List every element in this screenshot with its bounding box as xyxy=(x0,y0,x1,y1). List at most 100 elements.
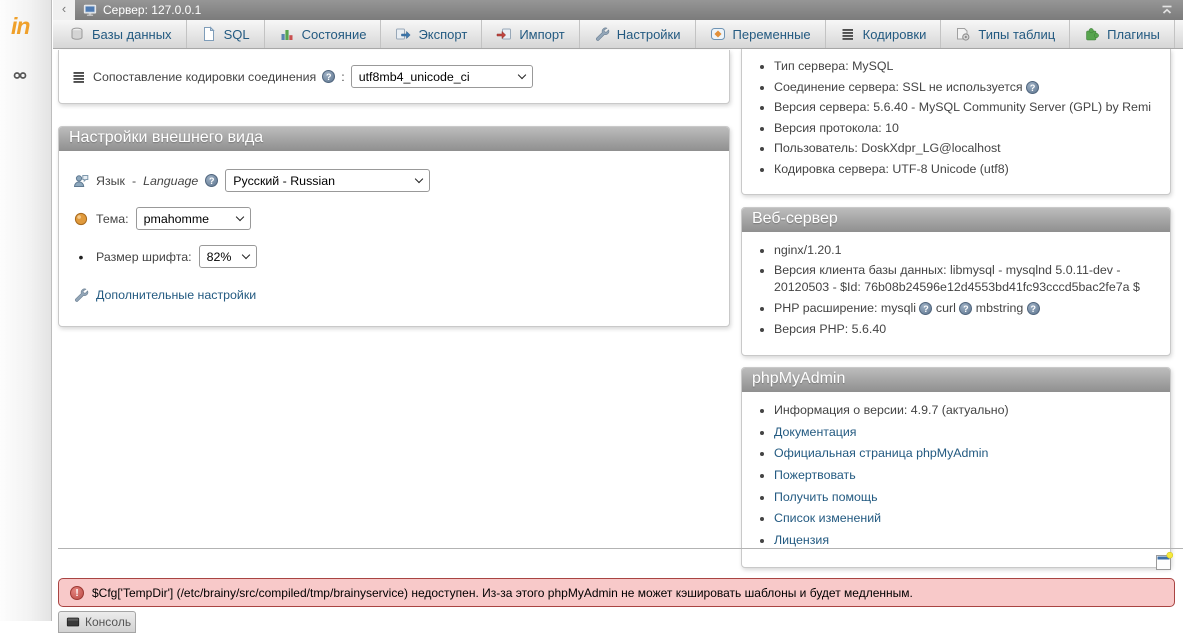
appearance-panel-title: Настройки внешнего вида xyxy=(59,127,729,151)
theme-row: Тема: pmahomme xyxy=(73,207,715,230)
font-size-select-wrap: 82% xyxy=(199,245,257,268)
server-info-column: Тип сервера: MySQL Соединение сервера: S… xyxy=(741,49,1171,568)
navigation-sidebar: in xyxy=(0,0,52,621)
export-icon xyxy=(395,26,411,42)
php-extension: mbstring xyxy=(976,301,1024,315)
list-item: Версия клиента базы данных: libmysql - m… xyxy=(774,262,1160,296)
page-content: Сопоставление кодировки соединения : utf… xyxy=(53,49,1183,621)
web-server-panel-title: Веб-сервер xyxy=(742,208,1170,232)
php-extension: curl xyxy=(936,301,956,315)
donate-link[interactable]: Пожертвовать xyxy=(774,468,856,482)
tab-databases[interactable]: Базы данных xyxy=(55,20,187,48)
charset-lines-icon xyxy=(840,26,856,42)
collation-box: Сопоставление кодировки соединения : utf… xyxy=(58,50,730,104)
official-homepage-link[interactable]: Официальная страница phpMyAdmin xyxy=(774,446,988,460)
tab-engines[interactable]: Типы таблиц xyxy=(941,20,1070,48)
console-label: Консоль xyxy=(85,615,131,629)
database-server-box: Тип сервера: MySQL Соединение сервера: S… xyxy=(741,49,1171,195)
language-label-native: Язык xyxy=(96,174,125,188)
list-item: Официальная страница phpMyAdmin xyxy=(774,445,1160,462)
tab-settings[interactable]: Настройки xyxy=(580,20,696,48)
help-icon[interactable] xyxy=(205,174,218,187)
web-server-panel: Веб-сервер nginx/1.20.1 Версия клиента б… xyxy=(741,207,1171,357)
web-server-panel-body: nginx/1.20.1 Версия клиента базы данных:… xyxy=(742,232,1170,356)
phpmyadmin-panel-title: phpMyAdmin xyxy=(742,368,1170,392)
font-size-select[interactable]: 82% xyxy=(199,245,257,268)
tab-charsets[interactable]: Кодировки xyxy=(826,20,942,48)
theme-select[interactable]: pmahomme xyxy=(136,207,251,230)
language-row: Язык - Language Русский - Russian xyxy=(73,169,715,192)
bullet: • xyxy=(73,249,89,265)
tab-plugins[interactable]: Плагины xyxy=(1070,20,1175,48)
database-server-list: Тип сервера: MySQL Соединение сервера: S… xyxy=(746,58,1160,178)
list-item: Версия протокола: 10 xyxy=(774,120,1160,137)
help-icon[interactable] xyxy=(959,302,972,315)
wrench-icon xyxy=(594,26,610,42)
tab-status[interactable]: Состояние xyxy=(265,20,382,48)
list-item: nginx/1.20.1 xyxy=(774,242,1160,259)
import-icon xyxy=(496,26,512,42)
engine-icon xyxy=(955,26,971,42)
list-item: Лицензия xyxy=(774,532,1160,549)
list-item: Версия сервера: 5.6.40 - MySQL Community… xyxy=(774,99,1160,116)
list-item: Версия PHP: 5.6.40 xyxy=(774,321,1160,338)
changelog-link[interactable]: Список изменений xyxy=(774,511,881,525)
general-settings-column: Сопоставление кодировки соединения : utf… xyxy=(58,50,730,327)
list-item: Получить помощь xyxy=(774,489,1160,506)
license-link[interactable]: Лицензия xyxy=(774,533,829,547)
phpmyadmin-panel: phpMyAdmin Информация о версии: 4.9.7 (а… xyxy=(741,367,1171,568)
top-bar: ‹ Сервер: 127.0.0.1 xyxy=(53,0,1183,20)
console-icon xyxy=(66,615,80,629)
error-icon xyxy=(70,586,84,600)
console-tab[interactable]: Консоль xyxy=(58,611,136,633)
wrench-icon xyxy=(73,287,89,303)
tab-import[interactable]: Импорт xyxy=(482,20,579,48)
appearance-panel-body: Язык - Language Русский - Russian xyxy=(59,151,729,326)
list-item: Список изменений xyxy=(774,510,1160,527)
appearance-settings-panel: Настройки внешнего вида Язык - Language … xyxy=(58,126,730,327)
collation-select[interactable]: utf8mb4_unicode_ci xyxy=(351,65,533,88)
collation-label: Сопоставление кодировки соединения xyxy=(93,70,316,84)
theme-icon xyxy=(73,211,89,227)
more-settings-row: Дополнительные настройки xyxy=(73,283,715,306)
server-title: Сервер: 127.0.0.1 xyxy=(103,3,201,17)
open-new-window-icon[interactable] xyxy=(1155,551,1173,572)
clipped-nav-icon xyxy=(12,69,28,78)
more-settings-link[interactable]: Дополнительные настройки xyxy=(96,288,256,302)
documentation-link[interactable]: Документация xyxy=(774,425,856,439)
collation-colon: : xyxy=(341,70,344,84)
list-item: Пользователь: DoskXdpr_LG@localhost xyxy=(774,140,1160,157)
php-extension: mysqli xyxy=(881,301,916,315)
nav-collapse-arrow[interactable]: ‹ xyxy=(53,0,75,20)
main-area: ‹ Сервер: 127.0.0.1 Базы данных SQL xyxy=(53,0,1183,621)
error-message-bar: $Cfg['TempDir'] (/etc/brainy/src/compile… xyxy=(58,578,1175,607)
list-item: Пожертвовать xyxy=(774,467,1160,484)
help-icon[interactable] xyxy=(919,302,932,315)
server-bar: Сервер: 127.0.0.1 xyxy=(75,0,1183,20)
error-message-text: $Cfg['TempDir'] (/etc/brainy/src/compile… xyxy=(92,586,913,600)
tab-export[interactable]: Экспорт xyxy=(381,20,482,48)
sql-page-icon xyxy=(201,26,217,42)
font-size-label: Размер шрифта: xyxy=(96,250,192,264)
font-size-row: • Размер шрифта: 82% xyxy=(73,245,715,268)
list-item: Информация о версии: 4.9.7 (актуально) xyxy=(774,402,1160,419)
server-monitor-icon xyxy=(83,3,97,17)
language-select[interactable]: Русский - Russian xyxy=(225,169,430,192)
variables-icon xyxy=(710,26,726,42)
phpmyadmin-logo-fragment[interactable]: in xyxy=(11,13,29,40)
get-support-link[interactable]: Получить помощь xyxy=(774,490,878,504)
help-icon[interactable] xyxy=(322,70,335,83)
collation-select-wrap: utf8mb4_unicode_ci xyxy=(351,65,533,88)
server-tab-bar: Базы данных SQL Состояние Экспорт Импорт xyxy=(53,20,1183,49)
tab-variables[interactable]: Переменные xyxy=(696,20,826,48)
help-icon[interactable] xyxy=(1026,81,1039,94)
language-select-wrap: Русский - Russian xyxy=(225,169,430,192)
list-item: Кодировка сервера: UTF-8 Unicode (utf8) xyxy=(774,161,1160,178)
tab-sql[interactable]: SQL xyxy=(187,20,265,48)
theme-label: Тема: xyxy=(96,212,129,226)
status-chart-icon xyxy=(279,26,295,42)
phpmyadmin-panel-body: Информация о версии: 4.9.7 (актуально) Д… xyxy=(742,392,1170,567)
footer-divider xyxy=(58,548,1183,549)
help-icon[interactable] xyxy=(1027,302,1040,315)
collapse-window-icon[interactable] xyxy=(1159,2,1175,18)
